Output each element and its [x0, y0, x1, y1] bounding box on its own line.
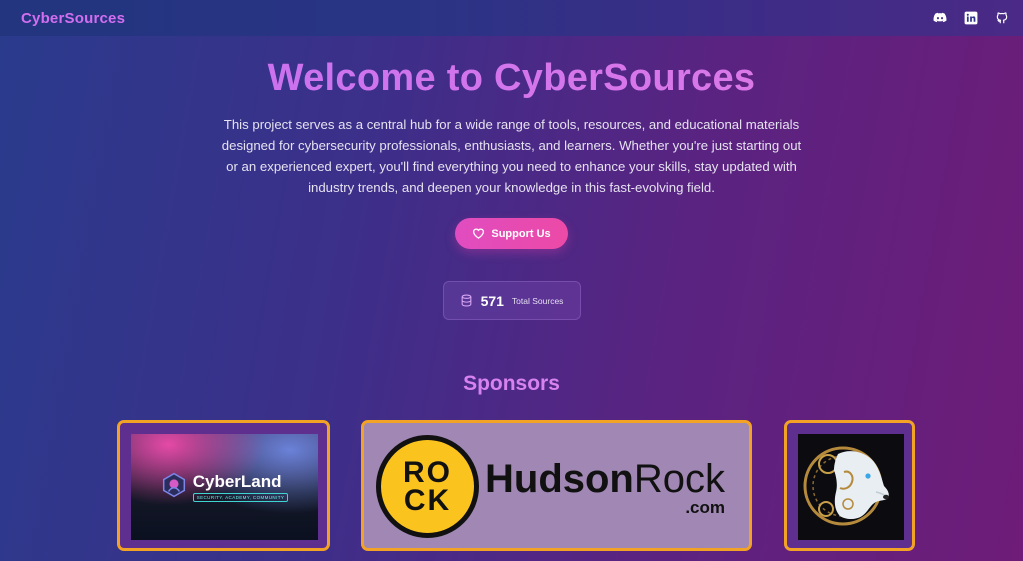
hudson-rock-logo: RO CK HudsonRock .com: [376, 435, 725, 538]
linkedin-icon[interactable]: [964, 11, 978, 25]
cyberland-emblem-icon: [161, 472, 187, 503]
hudson-rock-domain: .com: [685, 497, 726, 517]
sponsor-polar-bear[interactable]: [784, 420, 915, 551]
hero-description: This project serves as a central hub for…: [221, 117, 802, 195]
hudson-rock-name: HudsonRock: [485, 456, 726, 501]
support-us-label: Support Us: [491, 227, 551, 240]
polar-bear-logo: [798, 434, 904, 540]
rock-badge-top: RO: [403, 455, 452, 489]
support-us-button[interactable]: Support Us: [455, 218, 568, 249]
navbar: CyberSources: [0, 0, 1023, 36]
sponsor-hudson-rock[interactable]: RO CK HudsonRock .com: [361, 420, 752, 551]
brand-logo[interactable]: CyberSources: [21, 10, 125, 27]
social-links: [933, 11, 1009, 25]
sponsor-cyberland[interactable]: CyberLand SECURITY, ACADEMY, COMMUNITY: [117, 420, 330, 551]
rock-badge: RO CK: [376, 435, 479, 538]
total-sources-count: 571: [480, 292, 504, 309]
hero-section: Welcome to CyberSources This project ser…: [0, 36, 1023, 320]
sponsors-title: Sponsors: [463, 372, 560, 395]
page-title: Welcome to CyberSources: [0, 57, 1023, 100]
github-icon[interactable]: [995, 11, 1009, 25]
cyberland-logo: CyberLand SECURITY, ACADEMY, COMMUNITY: [131, 434, 318, 540]
discord-icon[interactable]: [933, 11, 947, 25]
heart-icon: [473, 228, 485, 239]
cyberland-tagline: SECURITY, ACADEMY, COMMUNITY: [192, 493, 289, 502]
total-sources-card: 571 Total Sources: [442, 281, 581, 320]
total-sources-label: Total Sources: [511, 295, 564, 306]
cyberland-name: CyberLand: [192, 472, 282, 491]
rock-badge-bottom: CK: [403, 483, 452, 517]
database-icon: [461, 294, 471, 307]
